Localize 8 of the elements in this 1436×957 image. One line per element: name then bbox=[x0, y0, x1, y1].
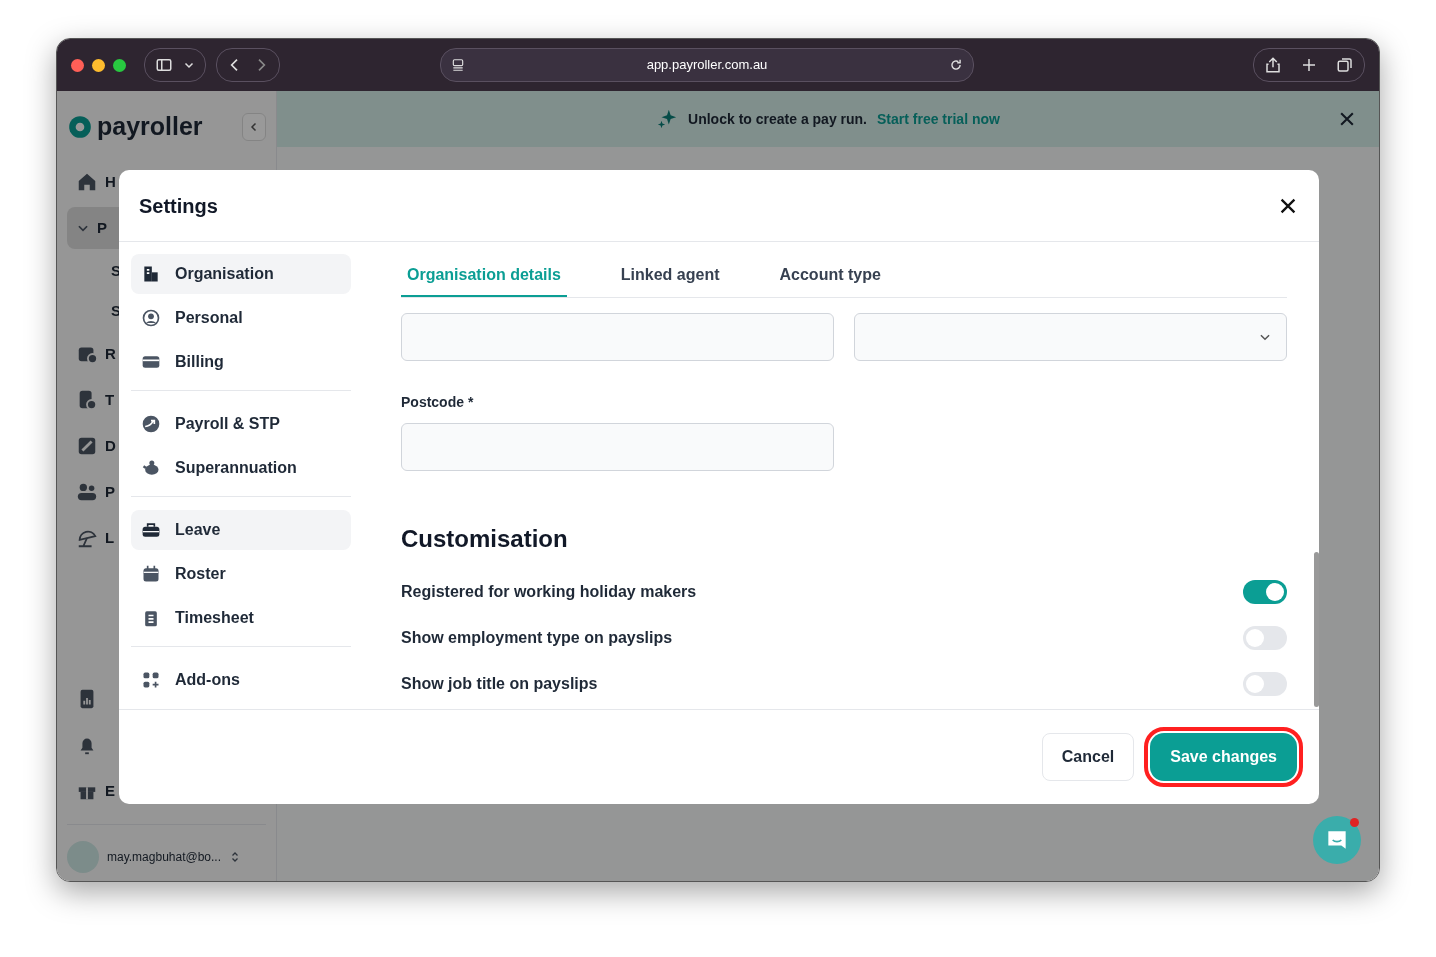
setting-label: Show employment type on payslips bbox=[401, 628, 673, 648]
setting-label: Show job title on payslips bbox=[401, 674, 598, 694]
setting-label: Registered for working holiday makers bbox=[401, 582, 697, 602]
logo-text: payroller bbox=[97, 111, 203, 143]
field-label: Postcode * bbox=[401, 393, 475, 412]
banner-text: Unlock to create a pay run. bbox=[688, 109, 867, 129]
dialog-title: Settings bbox=[139, 193, 218, 219]
section-heading: Customisation bbox=[401, 524, 569, 554]
